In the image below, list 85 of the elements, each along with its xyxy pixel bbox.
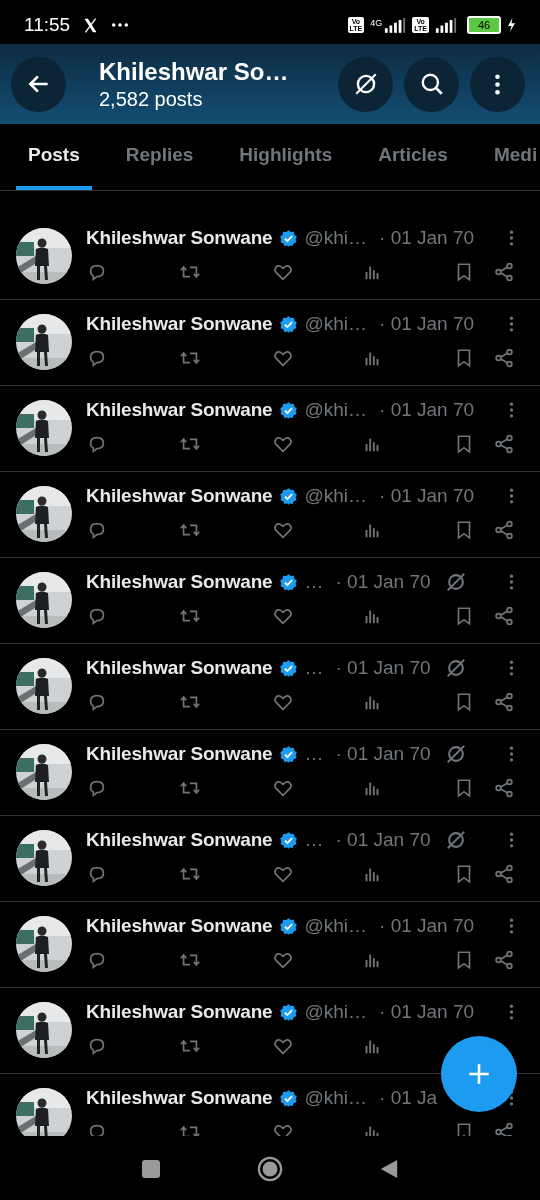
post-menu-icon[interactable]: [509, 659, 514, 677]
verified-badge-icon: [279, 572, 299, 592]
post-date: · 01 Jan 70: [379, 313, 475, 335]
more-vertical-icon: [495, 73, 500, 95]
share-icon[interactable]: [493, 863, 515, 885]
post-menu-icon[interactable]: [509, 1003, 514, 1021]
post-date: · 01 Jan 70: [335, 743, 431, 765]
author-name: Khileshwar Sonwane: [86, 1087, 273, 1109]
share-icon[interactable]: [493, 519, 515, 541]
profile-title: Khileshwar So…: [99, 57, 290, 86]
share-icon[interactable]: [493, 433, 515, 455]
profile-tab[interactable]: Medi: [481, 124, 540, 190]
post-date: · 01 Jan 70: [335, 657, 431, 679]
post-date: · 01 Jan 70: [379, 915, 475, 937]
author-handle: @khi…: [304, 399, 368, 421]
profile-tab[interactable]: Posts: [16, 124, 92, 190]
verified-badge-icon: [279, 1088, 299, 1108]
author-handle: @khi…: [304, 485, 368, 507]
author-name: Khileshwar Sonwane: [86, 1001, 273, 1023]
post-menu-icon[interactable]: [509, 573, 514, 591]
post-menu-icon[interactable]: [509, 315, 514, 333]
share-icon[interactable]: [493, 777, 515, 799]
post-menu-icon[interactable]: [509, 487, 514, 505]
more-icon: [111, 22, 130, 28]
author-name: Khileshwar Sonwane: [86, 657, 273, 679]
author-name: Khileshwar Sonwane: [86, 399, 273, 421]
back-icon[interactable]: [379, 1158, 399, 1179]
post-date: · 01 Ja: [379, 1087, 438, 1109]
author-name: Khileshwar Sonwane: [86, 313, 273, 335]
post-date: · 01 Jan 70: [379, 485, 475, 507]
verified-badge-icon: [279, 830, 299, 850]
verified-badge-icon: [279, 400, 299, 420]
author-handle: …: [304, 657, 324, 679]
author-handle: @khi…: [304, 227, 368, 249]
back-button[interactable]: [11, 56, 66, 112]
post-menu-icon[interactable]: [509, 917, 514, 935]
recents-icon[interactable]: [141, 1158, 161, 1179]
post-menu-icon[interactable]: [509, 229, 514, 247]
network-type: 4G: [370, 18, 383, 28]
share-icon[interactable]: [493, 691, 515, 713]
status-time: 11:55: [24, 14, 71, 36]
verified-badge-icon: [279, 916, 299, 936]
author-name: Khileshwar Sonwane: [86, 485, 273, 507]
author-handle: @khi…: [304, 313, 368, 335]
author-name: Khileshwar Sonwane: [86, 829, 273, 851]
profile-tab[interactable]: Highlights: [227, 124, 345, 190]
post-date: · 01 Jan 70: [379, 227, 475, 249]
post-menu-icon[interactable]: [509, 831, 514, 849]
verified-badge-icon: [279, 744, 299, 764]
battery-indicator: 46: [467, 16, 501, 34]
post-date: · 01 Jan 70: [335, 829, 431, 851]
post-menu-icon[interactable]: [509, 745, 514, 763]
signal-icon: [435, 17, 457, 33]
author-handle: …: [304, 829, 324, 851]
share-icon[interactable]: [493, 261, 515, 283]
plus-icon: [466, 1061, 492, 1087]
post-count: 2,582 posts: [99, 87, 204, 111]
post-menu-icon[interactable]: [509, 401, 514, 419]
profile-tab[interactable]: Articles: [366, 124, 460, 190]
author-name: Khileshwar Sonwane: [86, 571, 273, 593]
post-date: · 01 Jan 70: [379, 1001, 475, 1023]
author-handle: …: [304, 743, 324, 765]
author-name: Khileshwar Sonwane: [86, 915, 273, 937]
home-icon[interactable]: [257, 1155, 283, 1182]
post-date: · 01 Jan 70: [335, 571, 431, 593]
post-date: · 01 Jan 70: [379, 399, 475, 421]
author-handle: @khi…: [304, 1001, 368, 1023]
verified-badge-icon: [279, 228, 299, 248]
profile-tab[interactable]: Replies: [113, 124, 206, 190]
verified-badge-icon: [279, 1002, 299, 1022]
verified-badge-icon: [279, 314, 299, 334]
share-icon[interactable]: [493, 347, 515, 369]
search-button[interactable]: [404, 56, 459, 112]
author-handle: @khi…: [304, 1087, 368, 1109]
share-icon[interactable]: [493, 605, 515, 627]
share-icon[interactable]: [493, 949, 515, 971]
verified-badge-icon: [279, 486, 299, 506]
charging-icon: [507, 18, 516, 32]
grok-button[interactable]: [338, 56, 393, 112]
author-handle: …: [304, 571, 324, 593]
author-name: Khileshwar Sonwane: [86, 227, 273, 249]
verified-badge-icon: [279, 658, 299, 678]
author-handle: @khi…: [304, 915, 368, 937]
author-name: Khileshwar Sonwane: [86, 743, 273, 765]
signal-icon: [384, 17, 407, 33]
